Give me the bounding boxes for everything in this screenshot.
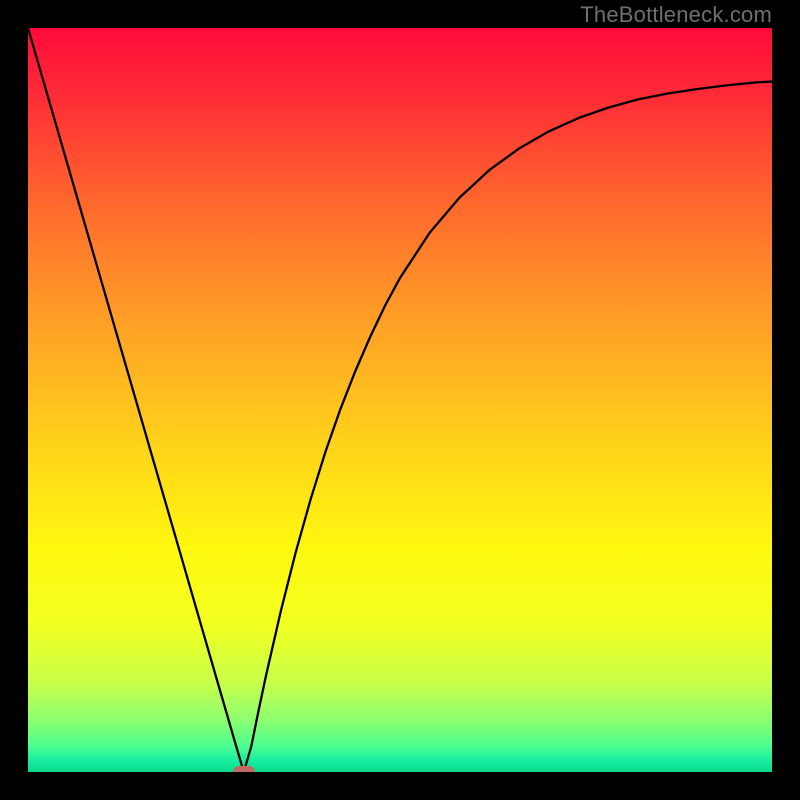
chart-container: TheBottleneck.com <box>0 0 800 800</box>
minimum-marker <box>233 766 255 772</box>
bottleneck-curve <box>28 28 772 772</box>
plot-area <box>28 28 772 772</box>
watermark-text: TheBottleneck.com <box>580 2 772 28</box>
